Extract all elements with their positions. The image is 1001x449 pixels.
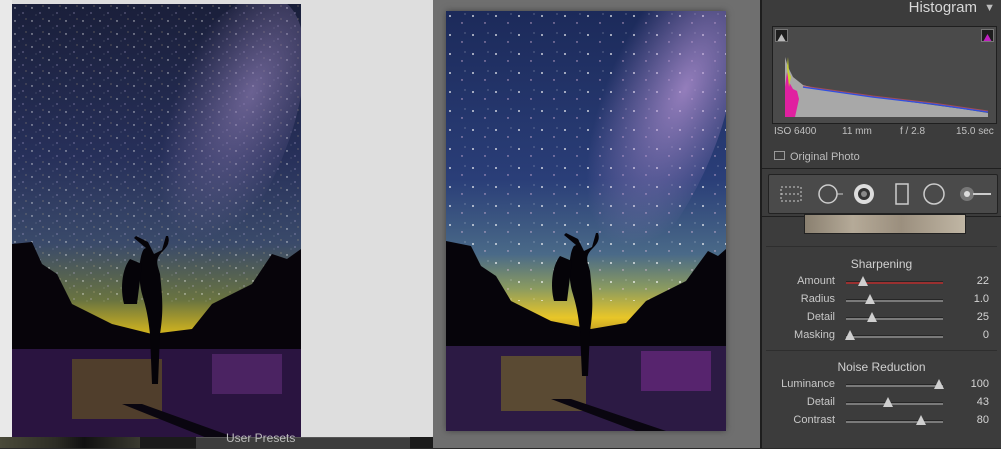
window-edge bbox=[0, 0, 12, 440]
exif-focal-length: 11 mm bbox=[842, 126, 872, 137]
slider-label: Radius bbox=[800, 293, 835, 305]
before-preview-window bbox=[0, 0, 434, 441]
user-presets-label: User Presets bbox=[226, 431, 296, 445]
red-eye-icon[interactable] bbox=[853, 183, 875, 205]
noise-reduction-title: Noise Reduction bbox=[837, 360, 926, 374]
adjustment-brush-icon[interactable] bbox=[959, 183, 991, 205]
slider-row[interactable]: Detail 43 bbox=[762, 396, 1001, 414]
spot-removal-icon[interactable] bbox=[817, 183, 843, 205]
histogram-graph bbox=[772, 26, 997, 124]
histogram-header[interactable]: Histogram ▼ bbox=[762, 0, 1001, 18]
after-photo bbox=[446, 11, 726, 431]
slider-row[interactable]: Radius 1.0 bbox=[762, 293, 1001, 311]
collapse-triangle-icon[interactable]: ▼ bbox=[984, 2, 995, 14]
slider-track[interactable] bbox=[846, 335, 943, 338]
divider bbox=[766, 246, 997, 247]
divider bbox=[766, 350, 997, 351]
checkbox-icon[interactable] bbox=[774, 151, 785, 160]
sharpening-title: Sharpening bbox=[850, 257, 913, 271]
tool-strip bbox=[768, 174, 998, 214]
slider-value[interactable]: 80 bbox=[977, 414, 989, 426]
slider-label: Detail bbox=[806, 396, 835, 408]
slider-thumb[interactable] bbox=[867, 312, 878, 322]
slider-label: Contrast bbox=[793, 414, 835, 426]
divider bbox=[762, 168, 1001, 169]
slider-thumb[interactable] bbox=[934, 379, 944, 389]
before-photo bbox=[12, 4, 301, 440]
slider-row[interactable]: Masking 0 bbox=[762, 329, 1001, 347]
filmstrip-thumbnails bbox=[0, 437, 140, 448]
detail-zoom-preview[interactable] bbox=[804, 214, 966, 234]
slider-track[interactable] bbox=[846, 299, 943, 302]
exif-shutter: 15.0 sec bbox=[956, 126, 994, 137]
slider-thumb[interactable] bbox=[883, 397, 894, 407]
crop-overlay-icon[interactable] bbox=[779, 183, 802, 205]
filmstrip-peek: User Presets bbox=[0, 431, 433, 449]
slider-value[interactable]: 25 bbox=[977, 311, 989, 323]
exif-iso: ISO 6400 bbox=[774, 126, 817, 137]
slider-thumb[interactable] bbox=[858, 276, 869, 286]
original-photo-label: Original Photo bbox=[790, 151, 860, 163]
slider-value[interactable]: 100 bbox=[971, 378, 989, 390]
slider-track[interactable] bbox=[846, 420, 943, 423]
slider-label: Detail bbox=[806, 311, 835, 323]
slider-label: Luminance bbox=[781, 378, 835, 390]
slider-thumb[interactable] bbox=[845, 330, 855, 340]
slider-thumb[interactable] bbox=[864, 294, 875, 304]
slider-row[interactable]: Detail 25 bbox=[762, 311, 1001, 329]
slider-value[interactable]: 1.0 bbox=[974, 293, 989, 305]
slider-label: Masking bbox=[794, 329, 835, 341]
graduated-filter-icon[interactable] bbox=[891, 183, 913, 205]
histogram-title: Histogram bbox=[908, 0, 977, 16]
slider-track[interactable] bbox=[846, 384, 943, 387]
user-presets-tab[interactable]: User Presets bbox=[196, 431, 410, 449]
exif-aperture: f / 2.8 bbox=[900, 126, 926, 137]
radial-filter-icon[interactable] bbox=[923, 183, 945, 205]
slider-label: Amount bbox=[797, 275, 835, 287]
slider-row[interactable]: Luminance 100 bbox=[762, 378, 1001, 396]
slider-track[interactable] bbox=[846, 402, 943, 405]
original-photo-checkbox[interactable]: Original Photo bbox=[774, 151, 860, 163]
slider-thumb[interactable] bbox=[916, 415, 927, 425]
slider-value[interactable]: 0 bbox=[983, 329, 989, 341]
slider-value[interactable]: 22 bbox=[977, 275, 989, 287]
slider-row[interactable]: Contrast 80 bbox=[762, 414, 1001, 432]
slider-row[interactable]: Amount 22 bbox=[762, 275, 1001, 293]
develop-right-panel: Histogram ▼ ISO 6400 11 mm f / 2.8 15.0 … bbox=[760, 0, 1001, 448]
slider-value[interactable]: 43 bbox=[977, 396, 989, 408]
slider-track[interactable] bbox=[846, 317, 943, 320]
